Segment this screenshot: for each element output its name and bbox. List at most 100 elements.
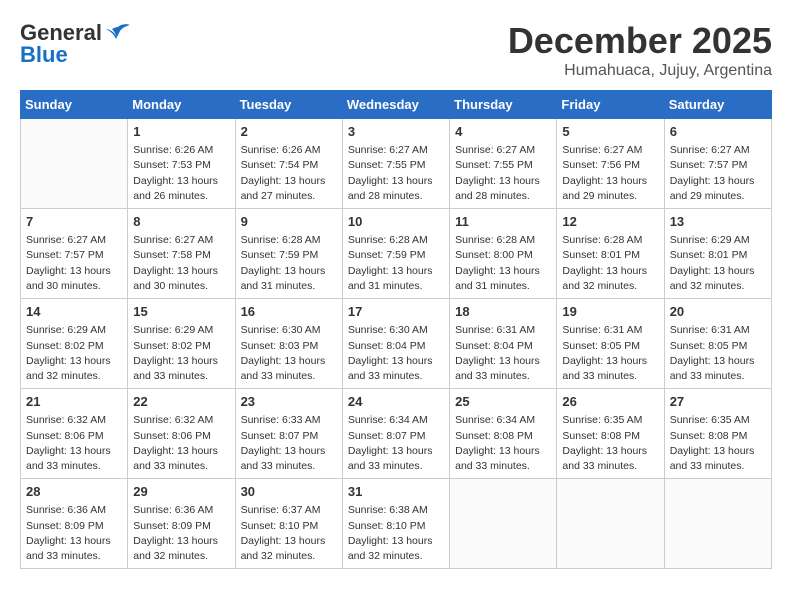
calendar-cell: 5 Sunrise: 6:27 AM Sunset: 7:56 PM Daylig… <box>557 119 664 209</box>
weekday-header-tuesday: Tuesday <box>235 91 342 119</box>
calendar-cell: 23 Sunrise: 6:33 AM Sunset: 8:07 PM Dayli… <box>235 389 342 479</box>
calendar-cell: 27 Sunrise: 6:35 AM Sunset: 8:08 PM Dayli… <box>664 389 771 479</box>
week-row-2: 7 Sunrise: 6:27 AM Sunset: 7:57 PM Daylig… <box>21 209 772 299</box>
week-row-1: 1 Sunrise: 6:26 AM Sunset: 7:53 PM Daylig… <box>21 119 772 209</box>
day-number: 16 <box>241 303 337 321</box>
calendar-cell <box>450 479 557 569</box>
calendar-cell: 25 Sunrise: 6:34 AM Sunset: 8:08 PM Dayli… <box>450 389 557 479</box>
day-number: 4 <box>455 123 551 141</box>
day-info: Sunrise: 6:36 AM Sunset: 8:09 PM Dayligh… <box>26 503 122 564</box>
day-info: Sunrise: 6:30 AM Sunset: 8:04 PM Dayligh… <box>348 323 444 384</box>
day-number: 5 <box>562 123 658 141</box>
day-number: 11 <box>455 213 551 231</box>
calendar-cell: 22 Sunrise: 6:32 AM Sunset: 8:06 PM Dayli… <box>128 389 235 479</box>
calendar-cell: 13 Sunrise: 6:29 AM Sunset: 8:01 PM Dayli… <box>664 209 771 299</box>
calendar-cell <box>557 479 664 569</box>
weekday-header-wednesday: Wednesday <box>342 91 449 119</box>
day-info: Sunrise: 6:28 AM Sunset: 7:59 PM Dayligh… <box>241 233 337 294</box>
day-info: Sunrise: 6:28 AM Sunset: 8:00 PM Dayligh… <box>455 233 551 294</box>
title-block: December 2025 Humahuaca, Jujuy, Argentin… <box>508 20 772 80</box>
weekday-header-saturday: Saturday <box>664 91 771 119</box>
day-info: Sunrise: 6:31 AM Sunset: 8:05 PM Dayligh… <box>670 323 766 384</box>
weekday-header-friday: Friday <box>557 91 664 119</box>
calendar-table: SundayMondayTuesdayWednesdayThursdayFrid… <box>20 90 772 569</box>
calendar-cell: 15 Sunrise: 6:29 AM Sunset: 8:02 PM Dayli… <box>128 299 235 389</box>
day-info: Sunrise: 6:33 AM Sunset: 8:07 PM Dayligh… <box>241 413 337 474</box>
day-info: Sunrise: 6:35 AM Sunset: 8:08 PM Dayligh… <box>670 413 766 474</box>
calendar-cell: 30Sunrise: 6:37 AM Sunset: 8:10 PM Dayli… <box>235 479 342 569</box>
day-number: 22 <box>133 393 229 411</box>
calendar-cell: 12 Sunrise: 6:28 AM Sunset: 8:01 PM Dayli… <box>557 209 664 299</box>
calendar-cell: 14Sunrise: 6:29 AM Sunset: 8:02 PM Dayli… <box>21 299 128 389</box>
day-info: Sunrise: 6:30 AM Sunset: 8:03 PM Dayligh… <box>241 323 337 384</box>
calendar-cell: 2 Sunrise: 6:26 AM Sunset: 7:54 PM Daylig… <box>235 119 342 209</box>
calendar-cell: 4Sunrise: 6:27 AM Sunset: 7:55 PM Daylig… <box>450 119 557 209</box>
day-number: 17 <box>348 303 444 321</box>
calendar-cell: 9Sunrise: 6:28 AM Sunset: 7:59 PM Daylig… <box>235 209 342 299</box>
day-info: Sunrise: 6:26 AM Sunset: 7:54 PM Dayligh… <box>241 143 337 204</box>
calendar-cell: 17 Sunrise: 6:30 AM Sunset: 8:04 PM Dayli… <box>342 299 449 389</box>
day-number: 26 <box>562 393 658 411</box>
calendar-cell <box>664 479 771 569</box>
day-info: Sunrise: 6:36 AM Sunset: 8:09 PM Dayligh… <box>133 503 229 564</box>
day-info: Sunrise: 6:35 AM Sunset: 8:08 PM Dayligh… <box>562 413 658 474</box>
day-number: 23 <box>241 393 337 411</box>
day-number: 3 <box>348 123 444 141</box>
calendar-cell: 7 Sunrise: 6:27 AM Sunset: 7:57 PM Daylig… <box>21 209 128 299</box>
day-number: 24 <box>348 393 444 411</box>
weekday-header-thursday: Thursday <box>450 91 557 119</box>
calendar-cell: 21Sunrise: 6:32 AM Sunset: 8:06 PM Dayli… <box>21 389 128 479</box>
calendar-cell: 16 Sunrise: 6:30 AM Sunset: 8:03 PM Dayli… <box>235 299 342 389</box>
day-info: Sunrise: 6:29 AM Sunset: 8:01 PM Dayligh… <box>670 233 766 294</box>
day-number: 19 <box>562 303 658 321</box>
week-row-3: 14 Sunrise: 6:29 AM Sunset: 8:02 PM Dayli… <box>21 299 772 389</box>
logo-bird-icon <box>104 23 132 43</box>
day-info: Sunrise: 6:29 AM Sunset: 8:02 PM Dayligh… <box>133 323 229 384</box>
day-info: Sunrise: 6:28 AM Sunset: 7:59 PM Dayligh… <box>348 233 444 294</box>
weekday-header-row: SundayMondayTuesdayWednesdayThursdayFrid… <box>21 91 772 119</box>
month-title: December 2025 <box>508 20 772 62</box>
day-number: 1 <box>133 123 229 141</box>
calendar-cell: 11 Sunrise: 6:28 AM Sunset: 8:00 PM Dayli… <box>450 209 557 299</box>
location-subtitle: Humahuaca, Jujuy, Argentina <box>508 62 772 80</box>
calendar-cell: 24 Sunrise: 6:34 AM Sunset: 8:07 PM Dayli… <box>342 389 449 479</box>
day-info: Sunrise: 6:27 AM Sunset: 7:58 PM Dayligh… <box>133 233 229 294</box>
day-info: Sunrise: 6:27 AM Sunset: 7:57 PM Dayligh… <box>26 233 122 294</box>
calendar-cell: 3Sunrise: 6:27 AM Sunset: 7:55 PM Daylig… <box>342 119 449 209</box>
day-info: Sunrise: 6:32 AM Sunset: 8:06 PM Dayligh… <box>133 413 229 474</box>
day-number: 15 <box>133 303 229 321</box>
calendar-cell <box>21 119 128 209</box>
weekday-header-monday: Monday <box>128 91 235 119</box>
day-number: 27 <box>670 393 766 411</box>
week-row-4: 21Sunrise: 6:32 AM Sunset: 8:06 PM Dayli… <box>21 389 772 479</box>
day-number: 12 <box>562 213 658 231</box>
calendar-cell: 10Sunrise: 6:28 AM Sunset: 7:59 PM Dayli… <box>342 209 449 299</box>
calendar-cell: 29 Sunrise: 6:36 AM Sunset: 8:09 PM Dayli… <box>128 479 235 569</box>
day-info: Sunrise: 6:28 AM Sunset: 8:01 PM Dayligh… <box>562 233 658 294</box>
calendar-cell: 8Sunrise: 6:27 AM Sunset: 7:58 PM Daylig… <box>128 209 235 299</box>
day-info: Sunrise: 6:31 AM Sunset: 8:04 PM Dayligh… <box>455 323 551 384</box>
day-number: 29 <box>133 483 229 501</box>
day-info: Sunrise: 6:31 AM Sunset: 8:05 PM Dayligh… <box>562 323 658 384</box>
day-number: 13 <box>670 213 766 231</box>
day-info: Sunrise: 6:34 AM Sunset: 8:08 PM Dayligh… <box>455 413 551 474</box>
day-number: 14 <box>26 303 122 321</box>
logo: General Blue <box>20 20 132 68</box>
calendar-cell: 19 Sunrise: 6:31 AM Sunset: 8:05 PM Dayli… <box>557 299 664 389</box>
day-info: Sunrise: 6:26 AM Sunset: 7:53 PM Dayligh… <box>133 143 229 204</box>
day-number: 18 <box>455 303 551 321</box>
day-info: Sunrise: 6:37 AM Sunset: 8:10 PM Dayligh… <box>241 503 337 564</box>
page-header: General Blue December 2025 Humahuaca, Ju… <box>20 20 772 80</box>
day-number: 25 <box>455 393 551 411</box>
day-info: Sunrise: 6:27 AM Sunset: 7:57 PM Dayligh… <box>670 143 766 204</box>
day-info: Sunrise: 6:27 AM Sunset: 7:56 PM Dayligh… <box>562 143 658 204</box>
day-number: 7 <box>26 213 122 231</box>
day-number: 20 <box>670 303 766 321</box>
calendar-cell: 1 Sunrise: 6:26 AM Sunset: 7:53 PM Daylig… <box>128 119 235 209</box>
day-info: Sunrise: 6:32 AM Sunset: 8:06 PM Dayligh… <box>26 413 122 474</box>
day-info: Sunrise: 6:34 AM Sunset: 8:07 PM Dayligh… <box>348 413 444 474</box>
calendar-cell: 26 Sunrise: 6:35 AM Sunset: 8:08 PM Dayli… <box>557 389 664 479</box>
calendar-cell: 31Sunrise: 6:38 AM Sunset: 8:10 PM Dayli… <box>342 479 449 569</box>
calendar-cell: 20 Sunrise: 6:31 AM Sunset: 8:05 PM Dayli… <box>664 299 771 389</box>
day-number: 2 <box>241 123 337 141</box>
